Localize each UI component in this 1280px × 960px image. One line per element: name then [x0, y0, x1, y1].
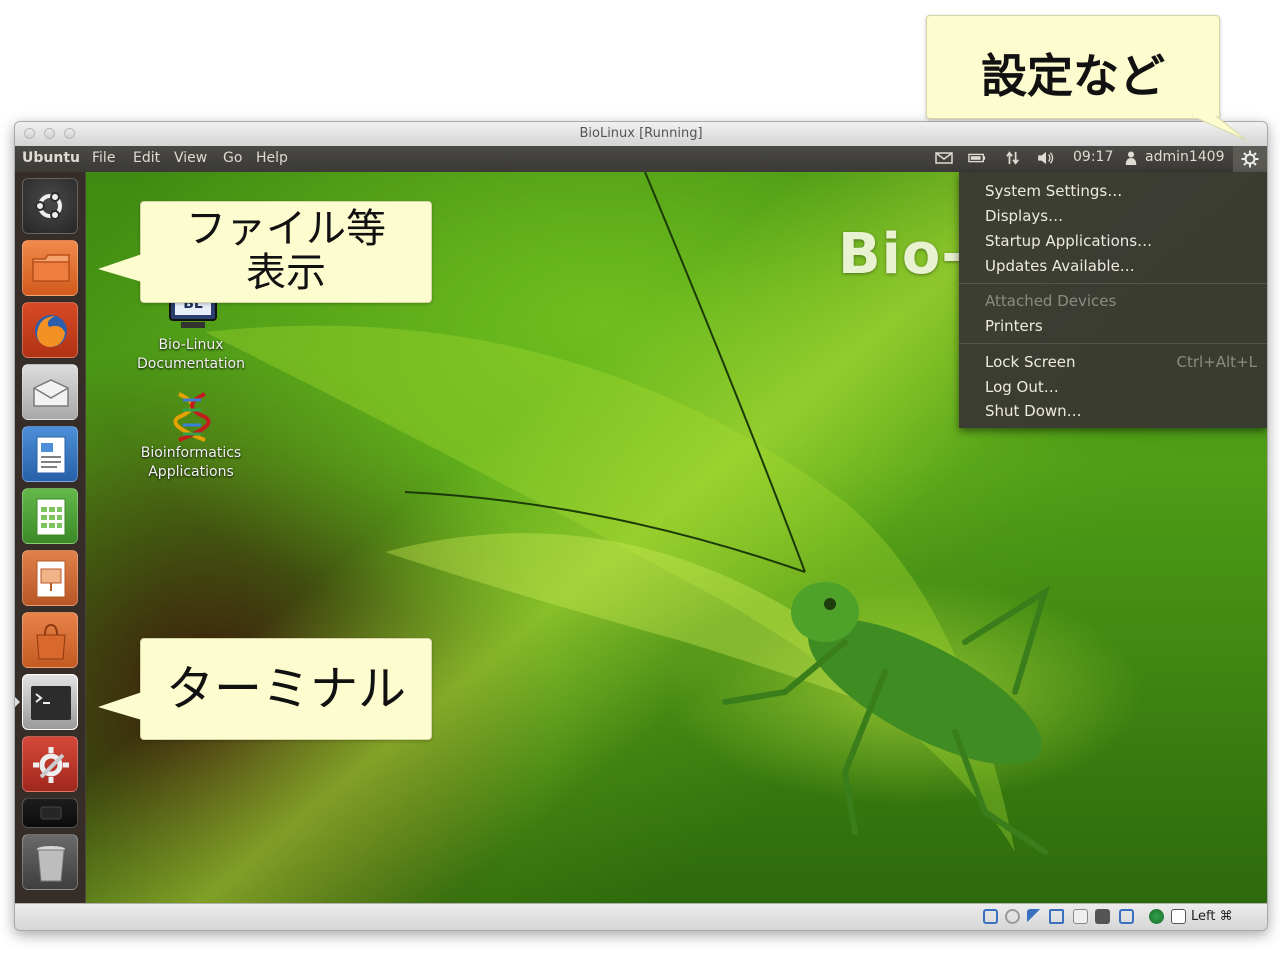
guest-additions-icon[interactable] [1149, 909, 1164, 924]
callout-files-tail [98, 254, 142, 282]
launcher-system-settings[interactable] [22, 736, 78, 792]
terminal-icon [31, 686, 71, 720]
settings-icon [33, 747, 69, 783]
unity-launcher [15, 172, 86, 904]
volume-icon[interactable] [1037, 151, 1055, 165]
desktop-icon-bioinformatics-apps[interactable]: Bioinformatics Applications [121, 392, 261, 502]
folder-icon [32, 254, 70, 282]
host-key-label: Left ⌘ [1191, 909, 1233, 924]
mail-indicator-icon[interactable] [935, 151, 953, 165]
ubuntu-top-panel: Ubuntu File Edit View Go Help 09:17 admi… [15, 146, 1267, 172]
dna-icon [173, 392, 211, 442]
lock-screen-shortcut: Ctrl+Alt+L [1176, 353, 1258, 371]
callout-files-line1: ファイル等 [186, 206, 386, 252]
launcher-software-center[interactable] [22, 612, 78, 668]
menu-separator [959, 283, 1267, 284]
gear-icon [1241, 150, 1259, 168]
user-icon [1125, 151, 1137, 165]
menu-item-displays[interactable]: Displays… [985, 207, 1063, 225]
icon-label-line2: Applications [148, 464, 234, 480]
menu-item-log-out[interactable]: Log Out… [985, 378, 1059, 396]
mail-icon [33, 379, 69, 407]
desktop-icon-label: Bioinformatics Applications [121, 444, 261, 482]
menu-item-updates-available[interactable]: Updates Available… [985, 257, 1135, 275]
launcher-mail[interactable] [22, 364, 78, 420]
trash-icon [37, 846, 65, 882]
menu-item-system-settings[interactable]: System Settings… [985, 182, 1122, 200]
video-capture-icon[interactable] [1119, 909, 1134, 924]
spreadsheet-icon [36, 498, 66, 536]
launcher-dash-home[interactable] [22, 178, 78, 234]
window-title: BioLinux [Running] [579, 126, 703, 141]
menu-view[interactable]: View [174, 150, 207, 166]
mouse-integration-icon[interactable] [1171, 909, 1186, 924]
launcher-firefox[interactable] [22, 302, 78, 358]
callout-terminal-tail [98, 692, 142, 720]
launcher-impress[interactable] [22, 550, 78, 606]
network-adapter-icon[interactable] [1095, 909, 1110, 924]
desktop-icon-label: Bio-Linux Documentation [121, 336, 261, 374]
shopping-bag-icon [36, 623, 66, 660]
callout-settings-text: 設定など [981, 49, 1165, 103]
battery-icon[interactable] [968, 151, 986, 165]
icon-label-line2: Documentation [137, 356, 245, 372]
menu-help[interactable]: Help [256, 150, 288, 166]
launcher-active-arrow [15, 697, 20, 707]
launcher-files[interactable] [22, 240, 78, 296]
menu-edit[interactable]: Edit [133, 150, 160, 166]
launcher-calc[interactable] [22, 488, 78, 544]
clock[interactable]: 09:17 [1073, 149, 1113, 165]
icon-label-line1: Bioinformatics [140, 445, 242, 461]
menu-item-attached-devices: Attached Devices [985, 292, 1117, 310]
bio-linux-logo: Bio- [838, 222, 966, 287]
usb-icon[interactable] [1027, 909, 1042, 924]
callout-settings-tail [1191, 116, 1247, 141]
callout-terminal-text: ターミナル [165, 661, 406, 717]
launcher-dark-app[interactable] [22, 798, 78, 828]
menu-item-printers[interactable]: Printers [985, 317, 1043, 335]
vbox-statusbar: Left ⌘ [15, 903, 1267, 930]
user-name[interactable]: admin1409 [1145, 149, 1225, 165]
session-menu: System Settings… Displays… Startup Appli… [959, 172, 1267, 428]
presentation-icon [36, 560, 66, 598]
menu-go[interactable]: Go [223, 150, 242, 166]
hard-disk-icon[interactable] [983, 909, 998, 924]
menu-file[interactable]: File [92, 150, 115, 166]
firefox-icon [35, 315, 67, 347]
callout-files: ファイル等 表示 [140, 201, 432, 303]
shared-folders-icon[interactable] [1049, 909, 1064, 924]
icon-label-line1: Bio-Linux [158, 337, 224, 353]
menu-item-shut-down[interactable]: Shut Down… [985, 402, 1082, 420]
menu-separator [959, 343, 1267, 344]
network-icon[interactable] [1004, 151, 1022, 165]
menu-item-lock-screen[interactable]: Lock Screen [985, 353, 1076, 371]
menu-item-startup-applications[interactable]: Startup Applications… [985, 232, 1152, 250]
window-titlebar: BioLinux [Running] [15, 122, 1267, 147]
display-icon[interactable] [1073, 909, 1088, 924]
session-menu-button[interactable] [1233, 146, 1267, 172]
callout-terminal: ターミナル [140, 638, 432, 740]
document-icon [36, 436, 66, 474]
optical-drive-icon[interactable] [1005, 909, 1020, 924]
launcher-trash[interactable] [22, 834, 78, 890]
active-app-name: Ubuntu [22, 150, 80, 166]
callout-files-line2: 表示 [246, 250, 326, 296]
dark-app-icon [40, 806, 62, 820]
callout-settings: 設定など [926, 15, 1220, 119]
launcher-terminal[interactable] [22, 674, 78, 730]
ubuntu-logo-icon [35, 192, 62, 220]
launcher-writer[interactable] [22, 426, 78, 482]
